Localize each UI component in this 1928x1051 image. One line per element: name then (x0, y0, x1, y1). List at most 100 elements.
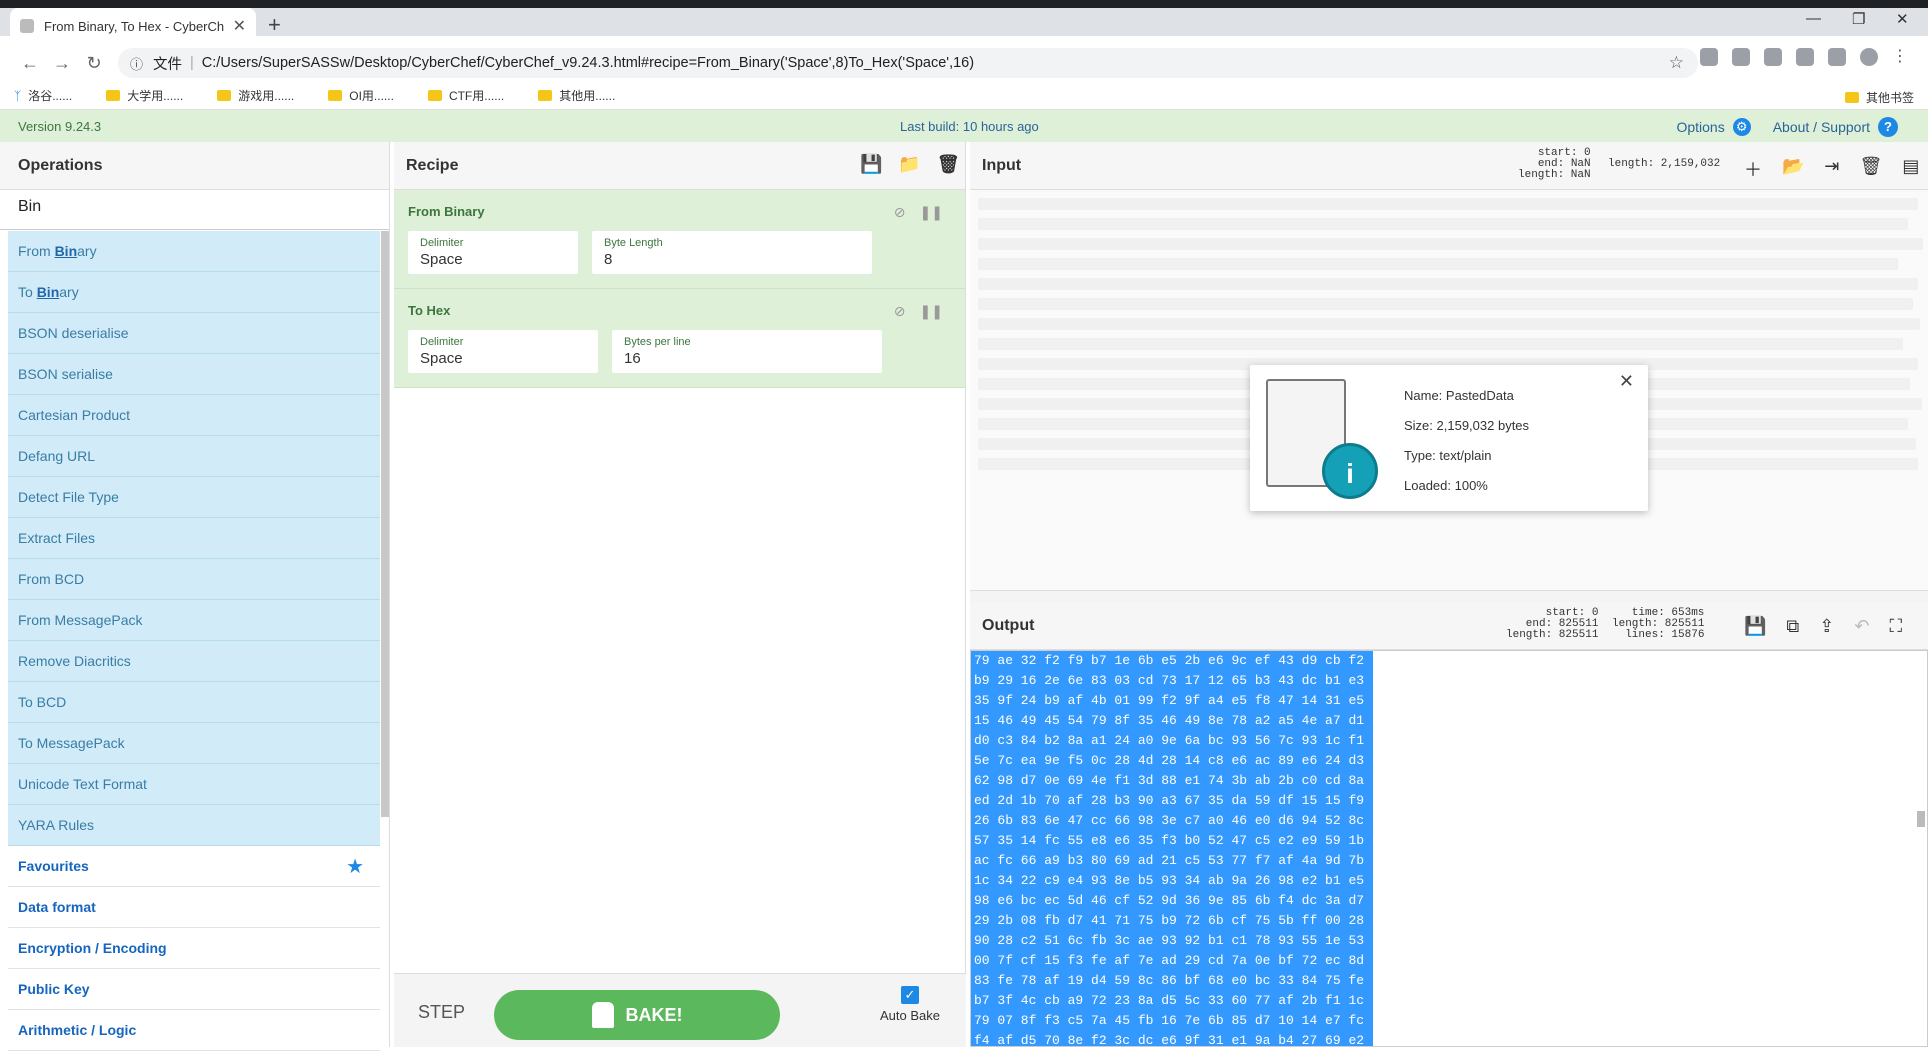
clear-input-icon[interactable]: 🗑 (1860, 156, 1883, 182)
back-icon[interactable]: ← (14, 53, 46, 74)
operation-item[interactable]: Defang URL (8, 436, 380, 477)
recipe-op-to-hex[interactable]: To Hex ⊘ ❚❚ Delimiter Space Bytes per lin… (394, 289, 965, 388)
close-window-icon[interactable]: ✕ (1896, 10, 1909, 28)
auto-bake-checkbox[interactable]: ✓ Auto Bake (880, 986, 940, 1023)
reading-list-icon[interactable] (1828, 48, 1846, 66)
output-selection-stats: start: 0 end: 825511 length: 825511 (1506, 607, 1599, 641)
bookmark-logo-icon: ᛉ (14, 88, 22, 103)
delimiter-field[interactable]: Delimiter Space (408, 330, 598, 373)
operation-item[interactable]: Unicode Text Format (8, 764, 380, 805)
banner-links: Options ⚙ About / Support ? (1676, 117, 1898, 137)
open-folder-icon[interactable]: 📂 (1782, 156, 1804, 182)
bytes-per-line-field[interactable]: Bytes per line 16 (612, 330, 882, 373)
file-size: Size: 2,159,032 bytes (1404, 418, 1530, 433)
category-item[interactable]: Arithmetic / Logic (8, 1010, 380, 1051)
byte-length-field[interactable]: Byte Length 8 (592, 231, 872, 274)
version-banner: Version 9.24.3 Last build: 10 hours ago … (0, 110, 1928, 142)
save-recipe-icon[interactable]: 💾 (860, 154, 882, 175)
operation-item[interactable]: From MessagePack (8, 600, 380, 641)
operation-item[interactable]: Cartesian Product (8, 395, 380, 436)
output-scrollbar[interactable] (1917, 811, 1925, 827)
clear-recipe-icon[interactable]: 🗑 (937, 154, 960, 175)
open-file-icon[interactable]: ⇥ (1824, 156, 1839, 182)
bookmark-folder[interactable]: OI用...... (328, 87, 394, 104)
file-loaded: Loaded: 100% (1404, 478, 1488, 493)
tab-close-icon[interactable]: ✕ (233, 16, 246, 36)
reload-icon[interactable]: ↻ (78, 53, 110, 74)
layout-icon[interactable]: ▤ (1902, 156, 1919, 182)
recipe-op-from-binary[interactable]: From Binary ⊘ ❚❚ Delimiter Space Byte Len… (394, 190, 965, 289)
extension-icon[interactable] (1732, 48, 1750, 66)
bookmark-folder[interactable]: 其他用...... (538, 87, 615, 104)
input-header: Input start: 0 end: NaN length: NaN leng… (970, 142, 1928, 190)
save-output-icon[interactable]: 💾 (1744, 616, 1766, 637)
options-link[interactable]: Options (1676, 119, 1724, 135)
bookmark-star-icon[interactable]: ☆ (1669, 53, 1684, 73)
operation-item[interactable]: YARA Rules (8, 805, 380, 846)
operation-item[interactable]: Extract Files (8, 518, 380, 559)
operation-item[interactable]: BSON deserialise (8, 313, 380, 354)
output-textarea[interactable]: 79 ae 32 f2 f9 b7 1e 6b e5 2b e6 9c ef 4… (970, 650, 1928, 1047)
profile-avatar[interactable] (1860, 48, 1878, 66)
operation-item[interactable]: Detect File Type (8, 477, 380, 518)
io-resize-handle[interactable] (970, 590, 1928, 602)
recipe-panel: Recipe 💾 📁 🗑 From Binary ⊘ ❚❚ Delimiter S… (394, 142, 966, 1047)
file-type: Type: text/plain (1404, 448, 1492, 463)
site-info-icon[interactable]: ⓘ (130, 54, 143, 73)
add-input-icon[interactable]: ＋ (1744, 156, 1762, 182)
other-bookmarks[interactable]: 其他书签 (1844, 89, 1914, 106)
operation-item[interactable]: Remove Diacritics (8, 641, 380, 682)
operation-item[interactable]: To Binary (8, 272, 380, 313)
address-bar-row: ← → ↻ ⓘ 文件 | C:/Users/SuperSASSw/Desktop… (0, 44, 1928, 82)
file-name: Name: PastedData (1404, 388, 1514, 403)
bookmark-folder[interactable]: CTF用...... (427, 87, 504, 104)
help-icon[interactable]: ? (1878, 117, 1898, 137)
browser-tabbar: From Binary, To Hex - CyberCh ✕ + — ❐ ✕ (0, 0, 1928, 44)
extension-icon[interactable] (1764, 48, 1782, 66)
operations-list: From Binary To Binary BSON deserialise BSON… (8, 231, 380, 1051)
category-item[interactable]: Favourites ★ (8, 846, 380, 887)
minimize-icon[interactable]: — (1806, 10, 1821, 27)
category-item[interactable]: Data format (8, 887, 380, 928)
puzzle-icon[interactable] (1796, 48, 1814, 66)
new-tab-icon[interactable]: + (268, 12, 281, 38)
menu-dots-icon[interactable]: ⋮ (1892, 48, 1910, 66)
operation-item[interactable]: BSON serialise (8, 354, 380, 395)
file-document-icon: i (1264, 375, 1378, 499)
bake-button[interactable]: BAKE! (494, 990, 780, 1040)
operations-search-input[interactable]: Bin (0, 190, 389, 230)
operations-scrollbar[interactable] (381, 231, 389, 817)
step-button[interactable]: STEP (418, 1002, 465, 1023)
category-item[interactable]: Encryption / Encoding (8, 928, 380, 969)
operation-item[interactable]: From Binary (8, 231, 380, 272)
load-recipe-icon[interactable]: 📁 (898, 154, 920, 175)
maximise-icon[interactable]: ⛶ (1889, 616, 1902, 637)
delimiter-field[interactable]: Delimiter Space (408, 231, 578, 274)
operation-item[interactable]: To BCD (8, 682, 380, 723)
forward-icon[interactable]: → (46, 53, 78, 74)
bookmark-folder[interactable]: 大学用...... (106, 87, 183, 104)
restore-icon[interactable]: ❐ (1852, 10, 1865, 28)
operation-item[interactable]: To MessagePack (8, 723, 380, 764)
last-build-label[interactable]: Last build: 10 hours ago (900, 119, 1039, 134)
replace-input-icon[interactable]: ⇪ (1819, 616, 1834, 637)
breakpoint-icon[interactable]: ❚❚ (920, 204, 943, 221)
breakpoint-icon[interactable]: ❚❚ (920, 303, 943, 320)
operation-item[interactable]: From BCD (8, 559, 380, 600)
extension-icon[interactable] (1700, 48, 1718, 66)
input-textarea[interactable]: i Name: PastedData Size: 2,159,032 bytes… (970, 190, 1928, 590)
disable-op-icon[interactable]: ⊘ (894, 303, 906, 320)
browser-tab[interactable]: From Binary, To Hex - CyberCh ✕ (10, 8, 256, 44)
gear-icon[interactable]: ⚙ (1732, 118, 1751, 136)
recipe-header: Recipe 💾 📁 🗑 (394, 142, 965, 190)
output-title: Output (982, 617, 1035, 634)
disable-op-icon[interactable]: ⊘ (894, 204, 906, 221)
about-support-link[interactable]: About / Support (1773, 119, 1870, 135)
undo-icon[interactable]: ↶ (1854, 616, 1869, 637)
category-item[interactable]: Public Key (8, 969, 380, 1010)
bookmark-folder[interactable]: 游戏用...... (217, 87, 294, 104)
close-popup-icon[interactable]: ✕ (1619, 371, 1634, 392)
bookmark-item[interactable]: ᛉ 洛谷...... (14, 87, 72, 104)
url-field[interactable]: ⓘ 文件 | C:/Users/SuperSASSw/Desktop/Cyber… (118, 48, 1698, 78)
copy-output-icon[interactable]: ⧉ (1786, 616, 1799, 637)
